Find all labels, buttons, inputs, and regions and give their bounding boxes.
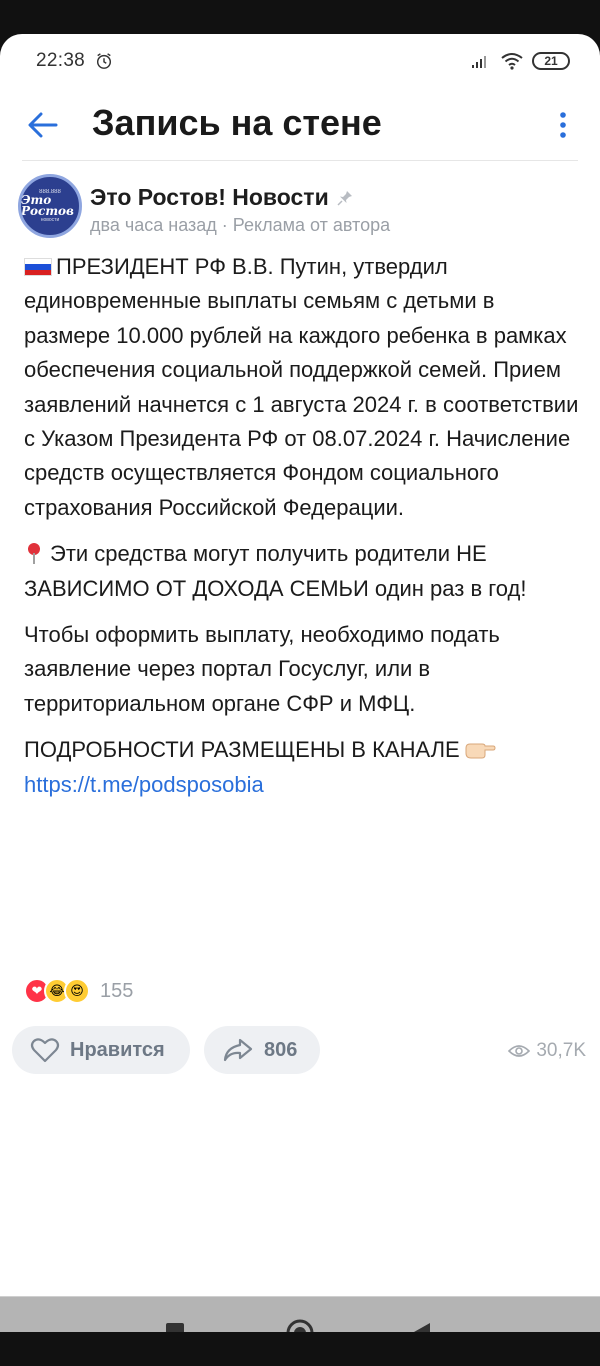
pin-icon [337,190,352,206]
reactions-summary[interactable]: ❤ 😂 😍 155 [24,978,133,1004]
paragraph-4-text: ПОДРОБНОСТИ РАЗМЕЩЕНЫ В КАНАЛЕ [24,737,460,763]
status-bar: 22:38 21 [36,48,570,74]
share-icon [223,1038,253,1062]
like-label: Нравится [70,1038,165,1061]
battery-icon: 21 [532,52,570,70]
russia-flag-icon [24,258,52,276]
avatar-top-text: 888.888 [39,189,61,195]
author-name[interactable]: Это Ростов! Новости [90,184,329,211]
pointing-hand-icon [465,743,496,759]
share-button[interactable]: 806 [204,1026,320,1074]
post-body: ПРЕЗИДЕНТ РФ В.В. Путин, утвердил единов… [24,250,584,802]
share-count: 806 [264,1038,298,1061]
views-counter: 30,7K [508,1040,586,1062]
like-button[interactable]: Нравится [12,1026,190,1074]
status-time: 22:38 [36,50,86,71]
system-back-button[interactable] [412,1321,432,1332]
paragraph-1-text: ПРЕЗИДЕНТ РФ В.В. Путин, утвердил единов… [24,254,579,520]
heart-outline-icon [30,1038,60,1063]
arrow-left-icon[interactable] [26,110,60,140]
avatar-bottom-text: новости [40,217,60,223]
system-nav-bar [0,1296,600,1332]
post-paragraph-1: ПРЕЗИДЕНТ РФ В.В. Путин, утвердил единов… [24,250,584,525]
app-screen: 22:38 21 Запись на стене 888.888 Это Рос… [0,34,600,1332]
avatar[interactable]: 888.888 Это Ростов новости [18,174,82,238]
alarm-icon [97,53,112,69]
map-pin-icon [28,543,40,565]
post-meta: два часа назад · Реклама от автора [90,215,391,235]
post-paragraph-3: Чтобы оформить выплату, необходимо подат… [24,618,584,721]
eye-icon [508,1045,531,1057]
avatar-main-text: Это Ростов [21,193,74,218]
author-name-row[interactable]: Это Ростов! Новости [90,184,353,211]
more-vertical-icon[interactable] [556,110,570,140]
post-paragraph-4: ПОДРОБНОСТИ РАЗМЕЩЕНЫ В КАНАЛЕ https://t… [24,733,584,802]
channel-link[interactable]: https://t.me/podsposobia [24,772,264,797]
views-count: 30,7K [536,1040,586,1061]
page-title: Запись на стене [92,102,382,143]
heart-eyes-reaction-icon: 😍 [64,978,90,1004]
signal-icon [472,56,486,68]
page-header: Запись на стене [0,92,600,158]
status-icons: 21 [470,52,570,70]
wifi-icon [501,53,523,70]
recent-apps-button[interactable] [166,1323,184,1332]
post-paragraph-2: Эти средства могут получить родители НЕ … [24,537,584,606]
header-divider [22,160,578,161]
paragraph-2-text: Эти средства могут получить родители НЕ … [24,541,527,601]
reactions-count: 155 [100,979,134,1002]
home-button[interactable] [286,1319,314,1332]
paragraph-3-text: Чтобы оформить выплату, необходимо подат… [24,622,500,716]
